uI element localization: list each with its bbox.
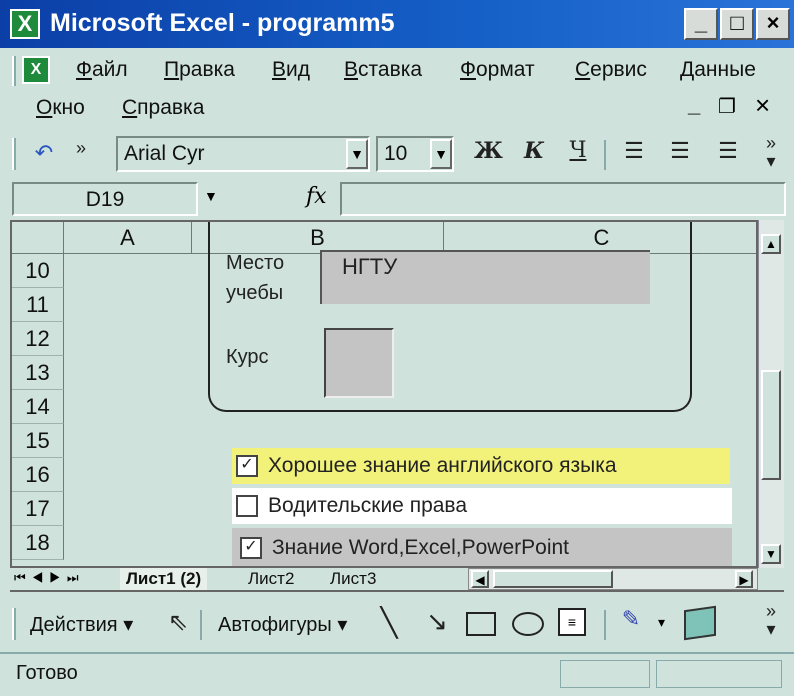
menu-data[interactable]: Данные: [680, 58, 756, 82]
checkbox-checked-icon[interactable]: ✓: [240, 537, 262, 560]
close-button[interactable]: ×: [756, 8, 790, 40]
fill-color-dropdown-icon[interactable]: ▾: [658, 614, 665, 631]
3d-effect-icon[interactable]: [684, 605, 716, 641]
oval-icon[interactable]: [512, 612, 544, 636]
bold-button[interactable]: Ж: [474, 138, 503, 164]
row-header-17[interactable]: 17: [12, 492, 64, 526]
scroll-left-icon[interactable]: ◀: [471, 570, 489, 588]
checkbox-checked-icon[interactable]: ✓: [236, 455, 258, 478]
status-text: Готово: [16, 662, 78, 684]
textbox-icon[interactable]: ≡: [558, 608, 586, 636]
doc-close-icon[interactable]: ×: [755, 90, 770, 121]
checkbox-office-skills[interactable]: ✓ Знание Word,Excel,PowerPoint: [232, 528, 732, 566]
study-place-field[interactable]: НГТУ: [320, 250, 650, 304]
menu-grip[interactable]: [12, 56, 16, 86]
scroll-up-icon[interactable]: ▲: [761, 234, 781, 254]
formatting-toolbar: ↶ » Arial Cyr ▼ 10 ▼ Ж К Ч ☰ ☰ ☰ » ▾: [0, 132, 794, 178]
checkbox-english[interactable]: ✓ Хорошее знание английского языка: [232, 448, 730, 484]
hscroll-thumb[interactable]: [493, 570, 613, 588]
font-name-dropdown-icon[interactable]: ▼: [346, 139, 368, 169]
toolbar-options-icon[interactable]: » ▾: [758, 134, 784, 170]
window-title: Microsoft Excel - programm5: [50, 9, 395, 37]
formula-input[interactable]: [340, 182, 786, 216]
autoshapes-menu[interactable]: Автофигуры ▾: [218, 612, 347, 637]
tab-sheet3[interactable]: Лист3: [330, 568, 376, 590]
row-header-14[interactable]: 14: [12, 390, 64, 424]
select-all-corner[interactable]: [12, 222, 64, 254]
tab-sheet1-2[interactable]: Лист1 (2): [120, 568, 208, 590]
italic-button[interactable]: К: [520, 138, 548, 164]
menu-window[interactable]: Окно: [36, 96, 85, 120]
rectangle-icon[interactable]: [466, 612, 496, 636]
align-right-icon[interactable]: ☰: [712, 138, 744, 164]
underline-button[interactable]: Ч: [564, 138, 592, 163]
row-header-15[interactable]: 15: [12, 424, 64, 458]
menu-view[interactable]: Вид: [272, 58, 310, 82]
menu-edit[interactable]: Правка: [164, 58, 235, 82]
toolbar-grip[interactable]: [12, 138, 16, 170]
line-icon[interactable]: ╲: [374, 606, 404, 639]
horizontal-scrollbar[interactable]: ◀ ▶: [468, 568, 758, 590]
worksheet-grid[interactable]: A B C 10 11 12 13 14 15 16 17 18 Место уч…: [10, 220, 758, 568]
drawing-separator: [200, 610, 202, 640]
align-left-icon[interactable]: ☰: [618, 138, 650, 164]
insert-function-icon[interactable]: fx: [306, 184, 327, 209]
checkbox-unchecked-icon[interactable]: [236, 495, 258, 518]
status-panel: [560, 660, 650, 688]
arrow-icon[interactable]: ↘: [422, 606, 452, 637]
study-place-label: Место учебы: [226, 252, 285, 304]
fill-color-icon[interactable]: ✎: [616, 606, 646, 632]
scroll-right-icon[interactable]: ▶: [735, 570, 753, 588]
toolbar-separator: [604, 140, 606, 170]
row-header-12[interactable]: 12: [12, 322, 64, 356]
maximize-button[interactable]: □: [720, 8, 754, 40]
drawing-options-icon[interactable]: » ▾: [758, 602, 784, 638]
row-header-11[interactable]: 11: [12, 288, 64, 322]
row-header-13[interactable]: 13: [12, 356, 64, 390]
title-bar: X Microsoft Excel - programm5 _ □ ×: [0, 0, 794, 48]
actions-menu[interactable]: Действия ▾: [30, 612, 133, 637]
doc-restore-icon[interactable]: ❐: [718, 94, 736, 119]
excel-app-icon[interactable]: X: [10, 9, 40, 39]
row-header-18[interactable]: 18: [12, 526, 64, 560]
column-header-a[interactable]: A: [64, 222, 192, 254]
checkbox-driving-license[interactable]: Водительские права: [232, 488, 732, 524]
row-header-16[interactable]: 16: [12, 458, 64, 492]
doc-minimize-icon[interactable]: _: [688, 92, 700, 118]
name-box-dropdown-icon[interactable]: ▼: [204, 188, 218, 204]
status-bar: Готово: [0, 652, 794, 696]
menu-tools[interactable]: Сервис: [575, 58, 647, 82]
menu-file[interactable]: Файл: [76, 58, 128, 82]
menu-insert[interactable]: Вставка: [344, 58, 422, 82]
status-panel: [656, 660, 782, 688]
align-center-icon[interactable]: ☰: [664, 138, 696, 164]
select-pointer-icon[interactable]: ⇖: [166, 608, 190, 637]
font-size-dropdown-icon[interactable]: ▼: [430, 139, 452, 169]
toolbar-more-icon[interactable]: »: [68, 138, 94, 159]
drawing-toolbar: Действия ▾ ⇖ Автофигуры ▾ ╲ ↘ ≡ ✎ ▾ » ▾: [0, 598, 794, 650]
row-header-10[interactable]: 10: [12, 254, 64, 288]
tab-sheet2[interactable]: Лист2: [248, 568, 294, 590]
minimize-button[interactable]: _: [684, 8, 718, 40]
workbook-icon[interactable]: X: [22, 56, 50, 84]
course-field[interactable]: [324, 328, 394, 398]
menu-help[interactable]: Справка: [122, 96, 204, 120]
scroll-thumb[interactable]: [761, 370, 781, 480]
tab-nav-icons[interactable]: ⏮◀▶⏭: [14, 570, 85, 586]
font-name-select[interactable]: Arial Cyr: [116, 136, 370, 172]
menu-format[interactable]: Формат: [460, 58, 535, 82]
drawing-separator: [604, 610, 606, 640]
drawing-grip[interactable]: [12, 608, 16, 640]
sheet-tab-bar: ⏮◀▶⏭ Лист1 (2) Лист2 Лист3 ◀ ▶: [10, 568, 784, 592]
name-box[interactable]: D19: [12, 182, 198, 216]
vertical-scrollbar[interactable]: ▲ ▼: [758, 220, 784, 568]
undo-icon[interactable]: ↶: [30, 140, 58, 166]
scroll-down-icon[interactable]: ▼: [761, 544, 781, 564]
course-label: Курс: [226, 346, 269, 368]
menu-bar: X Файл Правка Вид Вставка Формат Сервис …: [0, 48, 794, 132]
formula-bar: D19 ▼ fx: [0, 180, 794, 220]
